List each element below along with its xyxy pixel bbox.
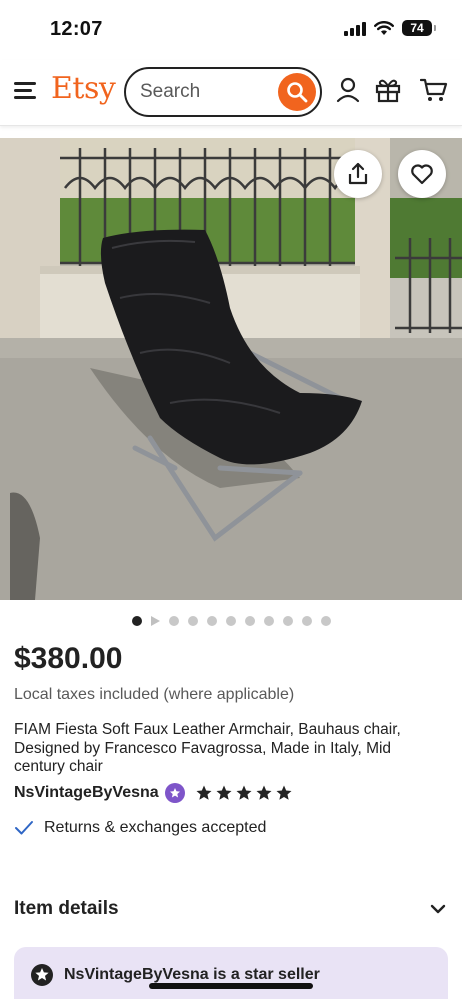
item-details-title: Item details <box>14 898 119 919</box>
star-icon <box>256 785 272 800</box>
search-bar[interactable] <box>124 67 322 117</box>
search-icon <box>287 82 308 103</box>
gift-icon <box>375 79 401 103</box>
carousel-dot[interactable] <box>187 616 198 626</box>
cart-button[interactable] <box>420 76 448 104</box>
carousel-dot[interactable] <box>301 616 312 626</box>
carousel-dot[interactable] <box>168 616 179 626</box>
checkmark-icon <box>15 821 33 835</box>
status-time: 12:07 <box>50 18 103 40</box>
status-indicators: 74 <box>344 20 436 36</box>
carousel-dots[interactable] <box>0 614 462 628</box>
seller-row[interactable]: NsVintageByVesna <box>14 783 293 803</box>
heart-icon <box>411 164 433 185</box>
carousel-dot[interactable] <box>131 616 142 626</box>
status-bar: 12:07 74 <box>0 0 462 58</box>
star-seller-badge-icon <box>164 783 185 803</box>
star-icon <box>276 785 292 800</box>
star-icon <box>236 785 252 800</box>
item-details-toggle[interactable]: Item details <box>14 898 446 920</box>
product-title: FIAM Fiesta Soft Faux Leather Armchair, … <box>14 721 401 775</box>
gift-button[interactable] <box>374 76 402 104</box>
signal-icon <box>344 20 366 36</box>
product-image[interactable] <box>0 138 462 600</box>
menu-icon[interactable] <box>14 80 38 100</box>
account-button[interactable] <box>334 76 362 104</box>
cart-icon <box>420 78 448 101</box>
battery-icon: 74 <box>402 20 436 36</box>
rating-stars[interactable] <box>195 784 293 802</box>
favorite-button[interactable] <box>398 150 446 198</box>
product-photo-illustration <box>0 138 462 600</box>
search-button[interactable] <box>278 73 316 111</box>
returns-row: Returns & exchanges accepted <box>14 819 266 837</box>
carousel-dot[interactable] <box>225 616 236 626</box>
seller-name[interactable]: NsVintageByVesna <box>14 784 159 802</box>
product-price: $380.00 <box>14 642 123 675</box>
star-icon <box>196 785 212 800</box>
user-icon <box>336 77 360 103</box>
star-seller-icon <box>31 964 53 986</box>
star-seller-card: NsVintageByVesna is a star seller <box>14 947 448 999</box>
wifi-icon <box>374 20 394 35</box>
taxes-note: Local taxes included (where applicable) <box>14 686 295 703</box>
carousel-video-dot-icon[interactable] <box>150 616 160 626</box>
share-icon <box>348 162 368 185</box>
chevron-down-icon <box>430 904 446 914</box>
etsy-logo[interactable]: Etsy <box>51 71 116 106</box>
star-icon <box>216 785 232 800</box>
carousel-dot[interactable] <box>244 616 255 626</box>
star-seller-text: NsVintageByVesna is a star seller <box>64 966 320 983</box>
app-header: Etsy <box>0 60 462 126</box>
carousel-dot[interactable] <box>320 616 331 626</box>
search-input[interactable] <box>140 81 270 103</box>
home-indicator[interactable] <box>149 983 313 989</box>
share-button[interactable] <box>334 150 382 198</box>
returns-text: Returns & exchanges accepted <box>44 819 267 836</box>
carousel-dot[interactable] <box>263 616 274 626</box>
carousel-dot[interactable] <box>206 616 217 626</box>
carousel-dot[interactable] <box>282 616 293 626</box>
